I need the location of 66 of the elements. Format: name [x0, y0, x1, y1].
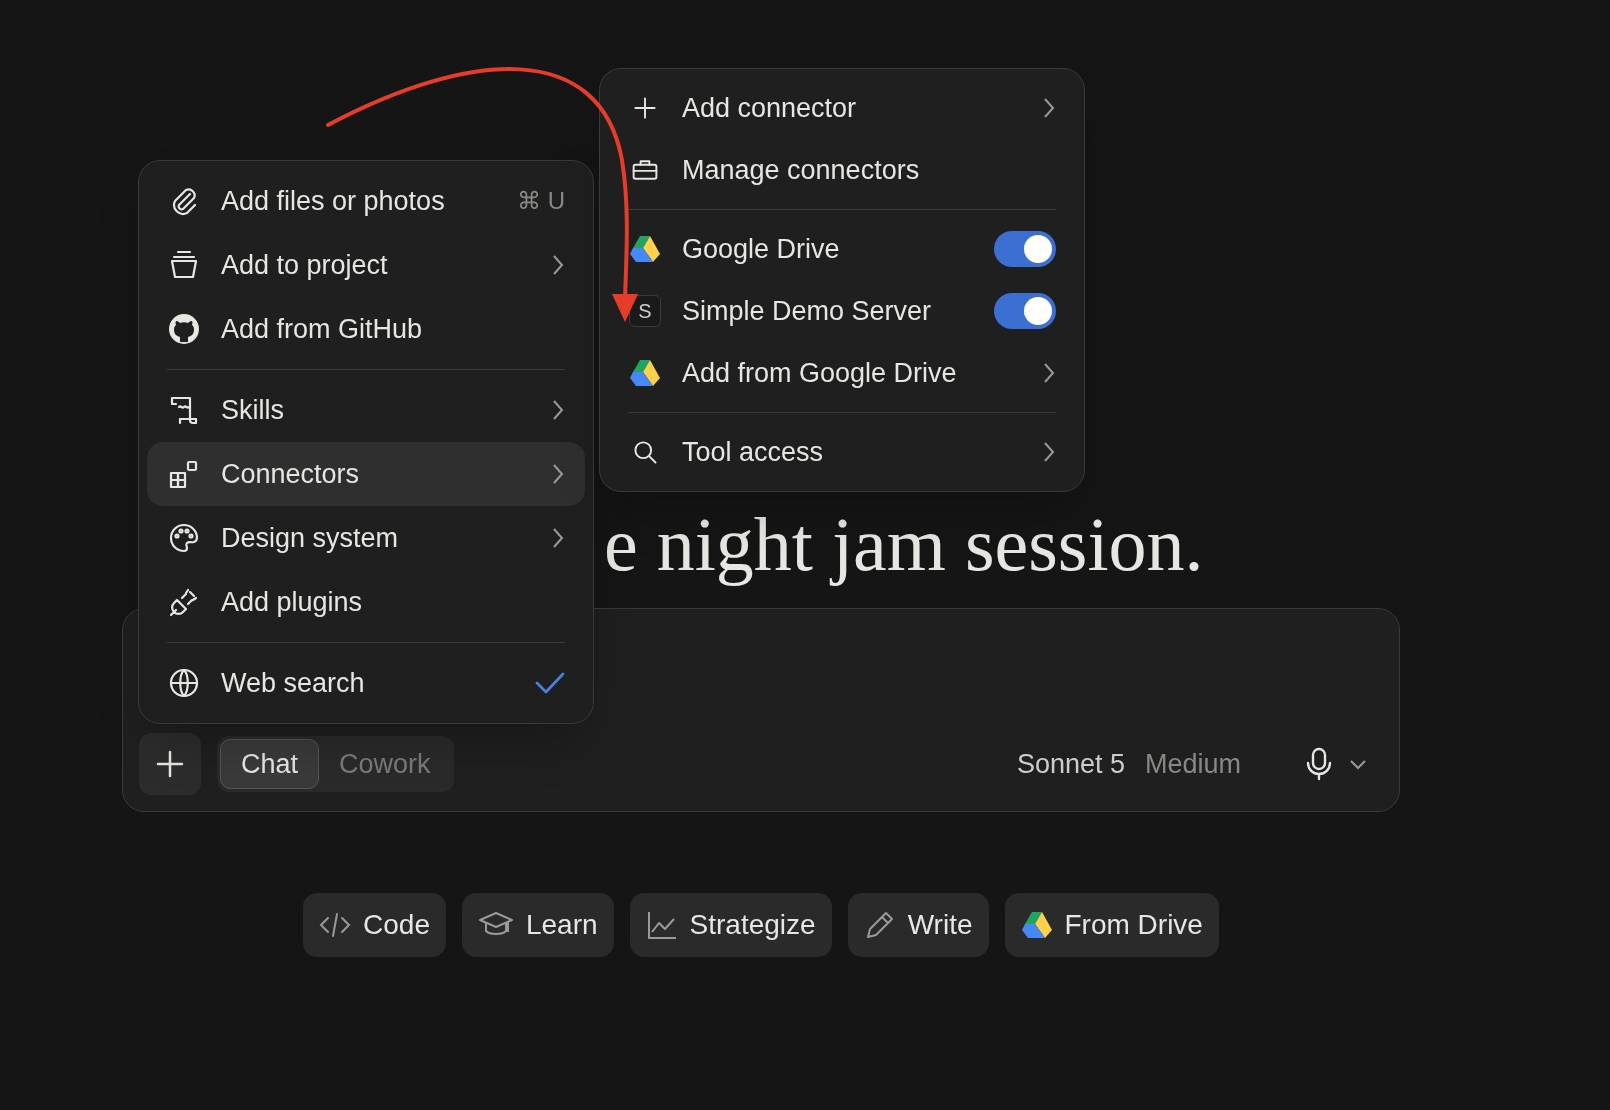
menu-item[interactable]: Add plugins	[147, 570, 585, 634]
toggle-switch[interactable]	[994, 293, 1056, 329]
palette-icon	[168, 522, 200, 554]
drive-logo-icon	[1020, 911, 1053, 939]
suggestion-chip[interactable]: From Drive	[1004, 893, 1219, 957]
menu-item-label: Connectors	[221, 457, 361, 491]
globe-icon	[168, 667, 200, 699]
microphone-icon[interactable]	[1305, 747, 1333, 781]
menu-item-label: Simple Demo Server	[682, 294, 933, 328]
menu-item[interactable]: Manage connectors	[608, 139, 1076, 201]
menu-item[interactable]: Google Drive	[608, 218, 1076, 280]
scroll-icon	[168, 394, 200, 426]
suggestion-chip[interactable]: Strategize	[629, 893, 832, 957]
add-button[interactable]	[139, 733, 201, 795]
suggestion-chip[interactable]: Write	[847, 893, 989, 957]
model-name[interactable]: Sonnet 5	[1016, 743, 1125, 785]
menu-item-label: Design system	[221, 521, 400, 555]
menu-item[interactable]: Design system	[147, 506, 585, 570]
menu-item-label: Add to project	[221, 248, 389, 282]
menu-item-label: Skills	[221, 393, 285, 427]
github-logo-icon	[168, 313, 200, 345]
server-badge: S	[629, 295, 661, 327]
menu-item[interactable]: Add connector	[608, 77, 1076, 139]
menu-item[interactable]: Connectors	[147, 442, 585, 506]
menu-item[interactable]: Add from GitHub	[147, 297, 585, 361]
suggestion-chip[interactable]: Learn	[461, 893, 614, 957]
chevron-right-icon	[1042, 96, 1056, 120]
menu-item[interactable]: Web search	[147, 651, 585, 715]
chevron-right-icon	[1042, 361, 1056, 385]
menu-item[interactable]: Add to project	[147, 233, 585, 297]
drive-logo-icon	[629, 359, 661, 387]
menu-item-label: Web search	[221, 666, 366, 700]
menu-item[interactable]: Tool access	[608, 421, 1076, 483]
menu-item-label: Tool access	[682, 435, 825, 469]
menu-item-label: Add from Google Drive	[682, 356, 958, 390]
search-icon	[631, 438, 659, 466]
greeting-heading: e night jam session.	[604, 502, 1204, 586]
suggestion-chip[interactable]: Code	[303, 893, 446, 957]
chevron-right-icon	[551, 253, 565, 277]
chevron-right-icon	[551, 462, 565, 486]
mode-tab[interactable]: Chat	[220, 739, 320, 789]
line-chart-icon	[645, 910, 678, 940]
menu-item-label: Manage connectors	[682, 153, 921, 187]
menu-item-label: Google Drive	[682, 232, 841, 266]
code-icon	[319, 911, 352, 939]
toggle-switch[interactable]	[994, 231, 1056, 267]
checkmark-icon	[535, 671, 565, 695]
menu-item-label: Add files or photos	[221, 184, 446, 218]
drive-logo-icon	[629, 235, 661, 263]
container-icon	[168, 249, 200, 281]
menu-item-label: Add plugins	[221, 585, 364, 619]
shortcut-hint: ⌘ U	[517, 186, 565, 216]
chevron-right-icon	[1042, 440, 1056, 464]
chevron-right-icon	[551, 398, 565, 422]
menu-item-label: Add from GitHub	[221, 312, 424, 346]
chevron-right-icon	[551, 526, 565, 550]
menu-item[interactable]: Skills	[147, 378, 585, 442]
menu-item[interactable]: S Simple Demo Server	[608, 280, 1076, 342]
plus-icon	[156, 750, 184, 778]
blocks-icon	[168, 458, 200, 490]
chevron-down-icon[interactable]	[1349, 758, 1367, 770]
effort-level[interactable]: Medium	[1144, 743, 1241, 785]
menu-item[interactable]: Add files or photos ⌘ U	[147, 169, 585, 233]
menu-item[interactable]: Add from Google Drive	[608, 342, 1076, 404]
plug-icon	[168, 586, 200, 618]
menu-item-label: Add connector	[682, 91, 858, 125]
